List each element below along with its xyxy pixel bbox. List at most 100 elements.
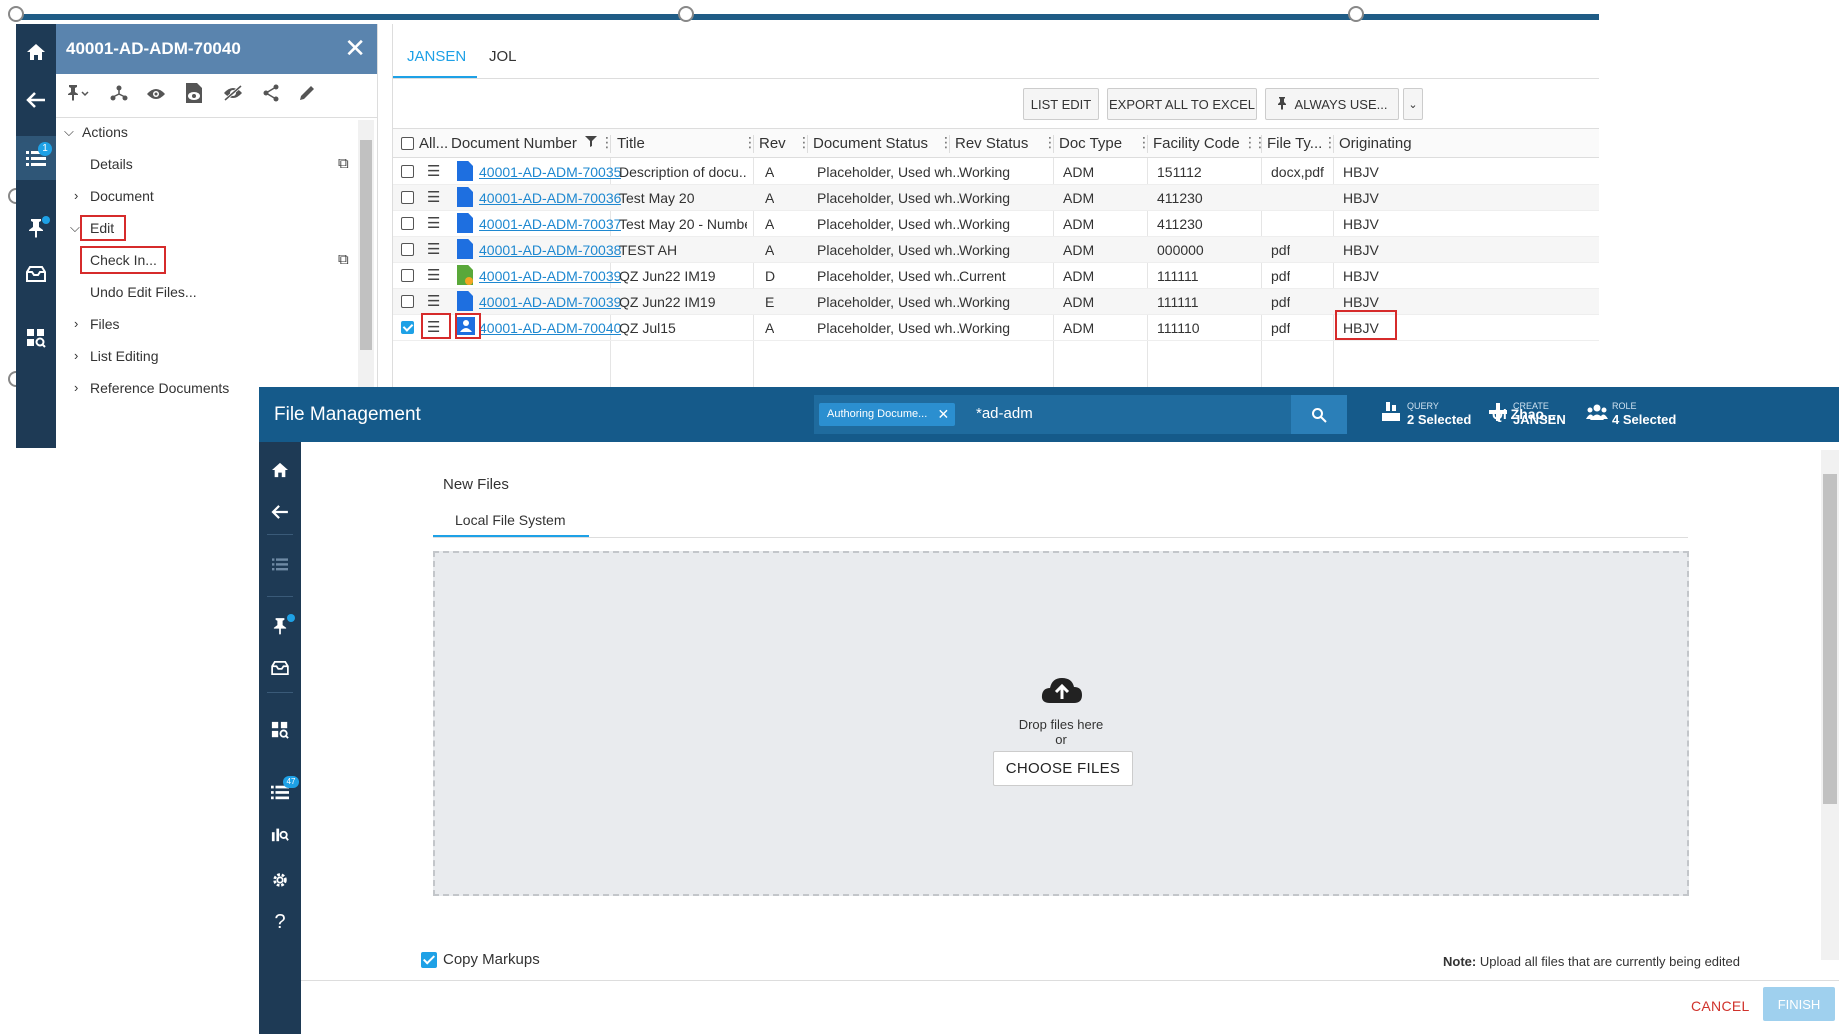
chevron-down-icon[interactable]: ⌵ — [64, 124, 74, 140]
hide-icon[interactable] — [222, 84, 244, 106]
column-header-originating[interactable]: Originating — [1339, 135, 1412, 152]
list-icon[interactable] — [259, 544, 301, 584]
home-icon[interactable] — [259, 450, 301, 490]
finish-button[interactable]: FINISH — [1763, 987, 1835, 1021]
document-number-link[interactable]: 40001-AD-ADM-70038 — [479, 242, 621, 258]
list-icon[interactable]: ☰ — [427, 214, 440, 232]
dialog-scrollbar[interactable] — [1821, 450, 1839, 960]
inbox-icon[interactable] — [16, 252, 56, 296]
dashboard-search-icon[interactable] — [16, 316, 56, 360]
table-row[interactable]: ☰ 40001-AD-ADM-70039 QZ Jun22 IM19 E Pla… — [393, 289, 1599, 315]
row-checkbox[interactable] — [401, 191, 414, 204]
file-drop-zone[interactable]: Drop files here or CHOOSE FILES — [433, 551, 1689, 896]
column-menu-icon[interactable]: ⋮ — [1253, 134, 1267, 151]
toolbar-dropdown-button[interactable]: ⌄ — [1403, 88, 1423, 120]
table-row[interactable]: ☰ 40001-AD-ADM-70037 Test May 20 - Numbe… — [393, 211, 1599, 237]
gear-icon[interactable] — [259, 860, 301, 900]
hierarchy-icon[interactable] — [110, 84, 128, 107]
document-number-link[interactable]: 40001-AD-ADM-70035 — [479, 164, 621, 180]
selection-handle[interactable] — [8, 6, 24, 22]
table-row-selected[interactable]: ☰ 40001-AD-ADM-70040 QZ Jul15 A Placehol… — [393, 315, 1599, 341]
help-icon[interactable]: ? — [259, 902, 301, 942]
row-checkbox-checked[interactable] — [401, 321, 414, 334]
pin-dropdown-icon[interactable] — [66, 84, 92, 107]
scrollbar-thumb[interactable] — [360, 140, 372, 350]
selection-handle[interactable] — [1348, 6, 1364, 22]
tab-local-file-system[interactable]: Local File System — [455, 512, 565, 528]
document-number-link[interactable]: 40001-AD-ADM-70040 — [479, 320, 621, 336]
scrollbar-thumb[interactable] — [1823, 474, 1837, 804]
tree-item-details[interactable]: Details — [90, 156, 133, 172]
column-menu-icon[interactable]: ⋮ — [1323, 134, 1337, 151]
list-icon[interactable]: ☰ — [427, 162, 440, 180]
copy-markups-checkbox[interactable] — [421, 952, 437, 968]
list-icon[interactable]: ☰ — [427, 266, 440, 284]
dashboard-search-icon[interactable] — [259, 710, 301, 750]
document-number-link[interactable]: 40001-AD-ADM-70037 — [479, 216, 621, 232]
row-checkbox[interactable] — [401, 243, 414, 256]
search-input[interactable]: *ad-adm — [976, 405, 1033, 422]
open-external-icon[interactable]: ⧉ — [338, 155, 349, 172]
back-arrow-icon[interactable] — [16, 78, 56, 122]
tree-item-files[interactable]: Files — [90, 316, 120, 332]
column-header-title[interactable]: Title — [617, 135, 645, 152]
cancel-button[interactable]: CANCEL — [1691, 998, 1750, 1014]
user-menu[interactable]: Qi Zhao... — [1492, 406, 1556, 422]
document-number-link[interactable]: 40001-AD-ADM-70039 — [479, 268, 621, 284]
table-row[interactable]: ☰ 40001-AD-ADM-70036 Test May 20 A Place… — [393, 185, 1599, 211]
column-menu-icon[interactable]: ⋮ — [1137, 134, 1151, 151]
document-number-link[interactable]: 40001-AD-ADM-70036 — [479, 190, 621, 206]
row-checkbox[interactable] — [401, 295, 414, 308]
selection-handle[interactable] — [678, 6, 694, 22]
list-icon[interactable]: ☰ — [427, 292, 440, 310]
eye-icon[interactable] — [146, 85, 166, 106]
pencil-icon[interactable] — [298, 84, 316, 107]
column-header-file-type[interactable]: File Ty... — [1267, 135, 1322, 152]
column-menu-icon[interactable]: ⋮ — [939, 134, 953, 151]
open-external-icon[interactable]: ⧉ — [338, 251, 349, 268]
column-menu-icon[interactable]: ⋮ — [797, 134, 811, 151]
export-excel-button[interactable]: EXPORT ALL TO EXCEL — [1107, 88, 1257, 120]
choose-files-button[interactable]: CHOOSE FILES — [993, 751, 1133, 786]
filter-icon[interactable] — [585, 134, 597, 150]
list-icon[interactable]: ☰ — [427, 240, 440, 258]
tab-jol[interactable]: JOL — [489, 48, 517, 65]
pin-icon[interactable] — [16, 206, 56, 250]
column-header-document-number[interactable]: Document Number — [451, 135, 577, 152]
column-menu-icon[interactable]: ⋮ — [743, 134, 757, 151]
column-header-document-status[interactable]: Document Status — [813, 135, 928, 152]
close-icon[interactable]: ✕ — [938, 403, 950, 426]
tree-item-list-editing[interactable]: List Editing — [90, 348, 158, 364]
document-view-icon[interactable] — [184, 82, 204, 109]
row-checkbox[interactable] — [401, 165, 414, 178]
chevron-right-icon[interactable]: › — [74, 348, 78, 363]
row-checkbox[interactable] — [401, 269, 414, 282]
chevron-right-icon[interactable]: › — [74, 188, 78, 203]
tab-jansen[interactable]: JANSEN — [407, 48, 466, 65]
document-number-link[interactable]: 40001-AD-ADM-70039 — [479, 294, 621, 310]
report-search-icon[interactable] — [259, 814, 301, 854]
list-icon[interactable]: ☰ — [427, 188, 440, 206]
pin-icon[interactable] — [259, 606, 301, 646]
column-menu-icon[interactable]: ⋮ — [1043, 134, 1057, 151]
close-icon[interactable]: ✕ — [344, 33, 366, 63]
task-list-icon[interactable]: 47 — [259, 772, 301, 812]
select-all-checkbox[interactable] — [401, 137, 414, 150]
search-scope-chip[interactable]: Authoring Docume... ✕ — [819, 403, 956, 426]
inbox-icon[interactable] — [259, 648, 301, 688]
table-row[interactable]: ☰ 40001-AD-ADM-70035 Description of docu… — [393, 159, 1599, 185]
column-header-facility-code[interactable]: Facility Code — [1153, 135, 1240, 152]
search-bar[interactable]: Authoring Docume... ✕ *ad-adm — [814, 395, 1344, 434]
column-header-rev[interactable]: Rev — [759, 135, 786, 152]
table-row[interactable]: ☰ 40001-AD-ADM-70038 TEST AH A Placehold… — [393, 237, 1599, 263]
list-edit-button[interactable]: LIST EDIT — [1023, 88, 1099, 120]
chevron-right-icon[interactable]: › — [74, 316, 78, 331]
column-header-doc-type[interactable]: Doc Type — [1059, 135, 1122, 152]
column-header-rev-status[interactable]: Rev Status — [955, 135, 1028, 152]
chevron-down-icon[interactable]: ⌵ — [70, 220, 80, 236]
tree-item-actions[interactable]: Actions — [82, 124, 128, 140]
search-button[interactable] — [1291, 395, 1347, 434]
table-row[interactable]: ☰ 40001-AD-ADM-70039 QZ Jun22 IM19 D Pla… — [393, 263, 1599, 289]
tree-item-reference-documents[interactable]: Reference Documents — [90, 380, 229, 396]
chevron-right-icon[interactable]: › — [74, 380, 78, 395]
